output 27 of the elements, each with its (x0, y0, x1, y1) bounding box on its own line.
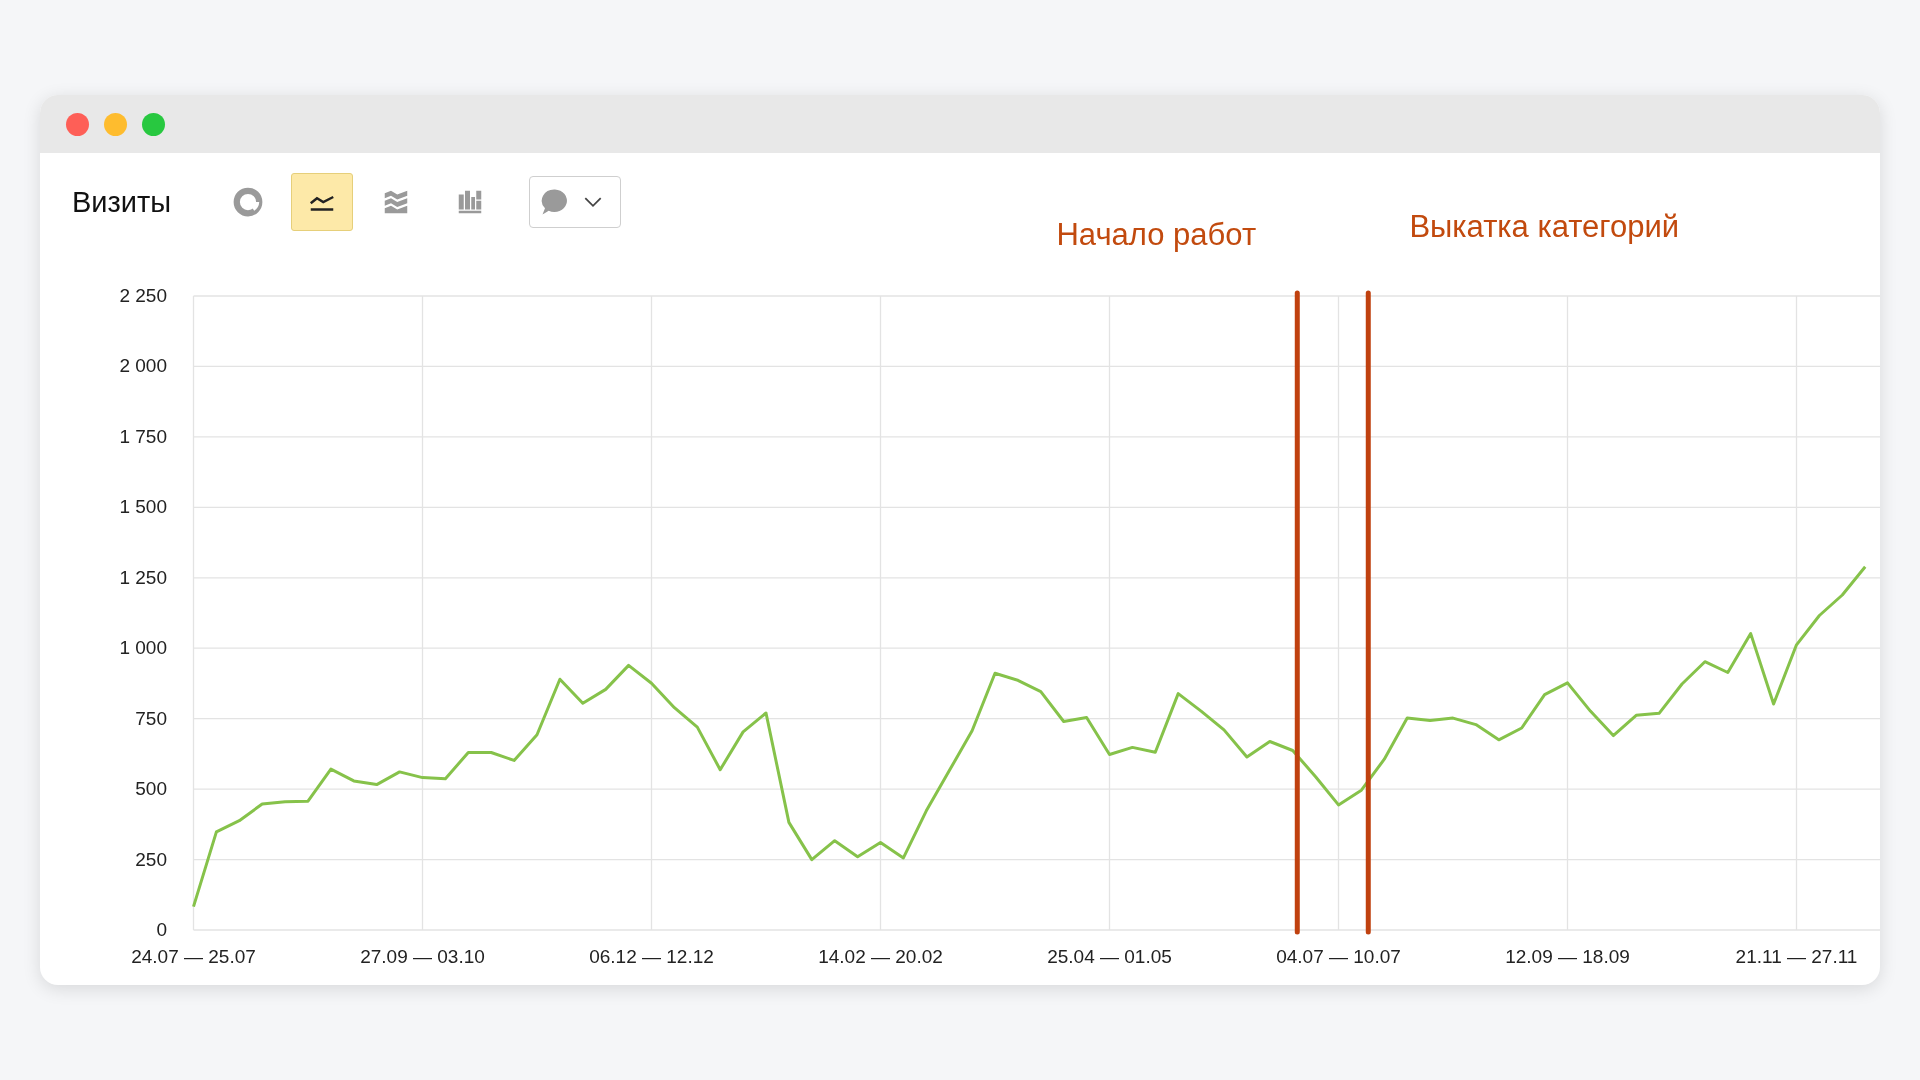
y-axis-label: 250 (135, 848, 167, 870)
annotation-label: Начало работ (1056, 217, 1257, 252)
x-axis-label: 24.07 — 25.07 (131, 946, 256, 967)
x-axis-label: 14.02 — 20.02 (818, 946, 943, 967)
zoom-button[interactable] (142, 112, 165, 136)
x-axis-label: 21.11 — 27.11 (1735, 946, 1858, 967)
y-axis-label: 750 (135, 707, 167, 729)
caret-icon (584, 196, 603, 208)
y-axis-label: 1 750 (119, 425, 167, 447)
y-axis-label: 2 000 (119, 355, 167, 377)
y-axis-label: 1 500 (119, 496, 167, 518)
x-axis-label: 27.09 — 03.10 (360, 946, 485, 967)
chart-type-button[interactable] (291, 173, 354, 231)
x-axis-label: 25.04 — 01.05 (1047, 946, 1172, 967)
pie-chart-icon (233, 187, 264, 217)
x-axis-label: 12.09 — 18.09 (1505, 946, 1630, 967)
x-axis-label: 06.12 — 12.12 (589, 946, 714, 967)
comments-dropdown[interactable] (529, 176, 622, 228)
y-axis-label: 1 250 (119, 566, 167, 588)
y-axis-label: 1 000 (119, 637, 167, 659)
y-axis-label: 500 (135, 778, 167, 800)
close-button[interactable] (66, 112, 89, 136)
chart-title: Визиты (72, 185, 172, 219)
x-axis-label: 04.07 — 10.07 (1276, 946, 1401, 967)
y-axis-label: 2 250 (119, 285, 167, 306)
annotation-label: Выкатка категорий (1409, 209, 1680, 244)
y-axis-label: 0 (156, 919, 167, 940)
